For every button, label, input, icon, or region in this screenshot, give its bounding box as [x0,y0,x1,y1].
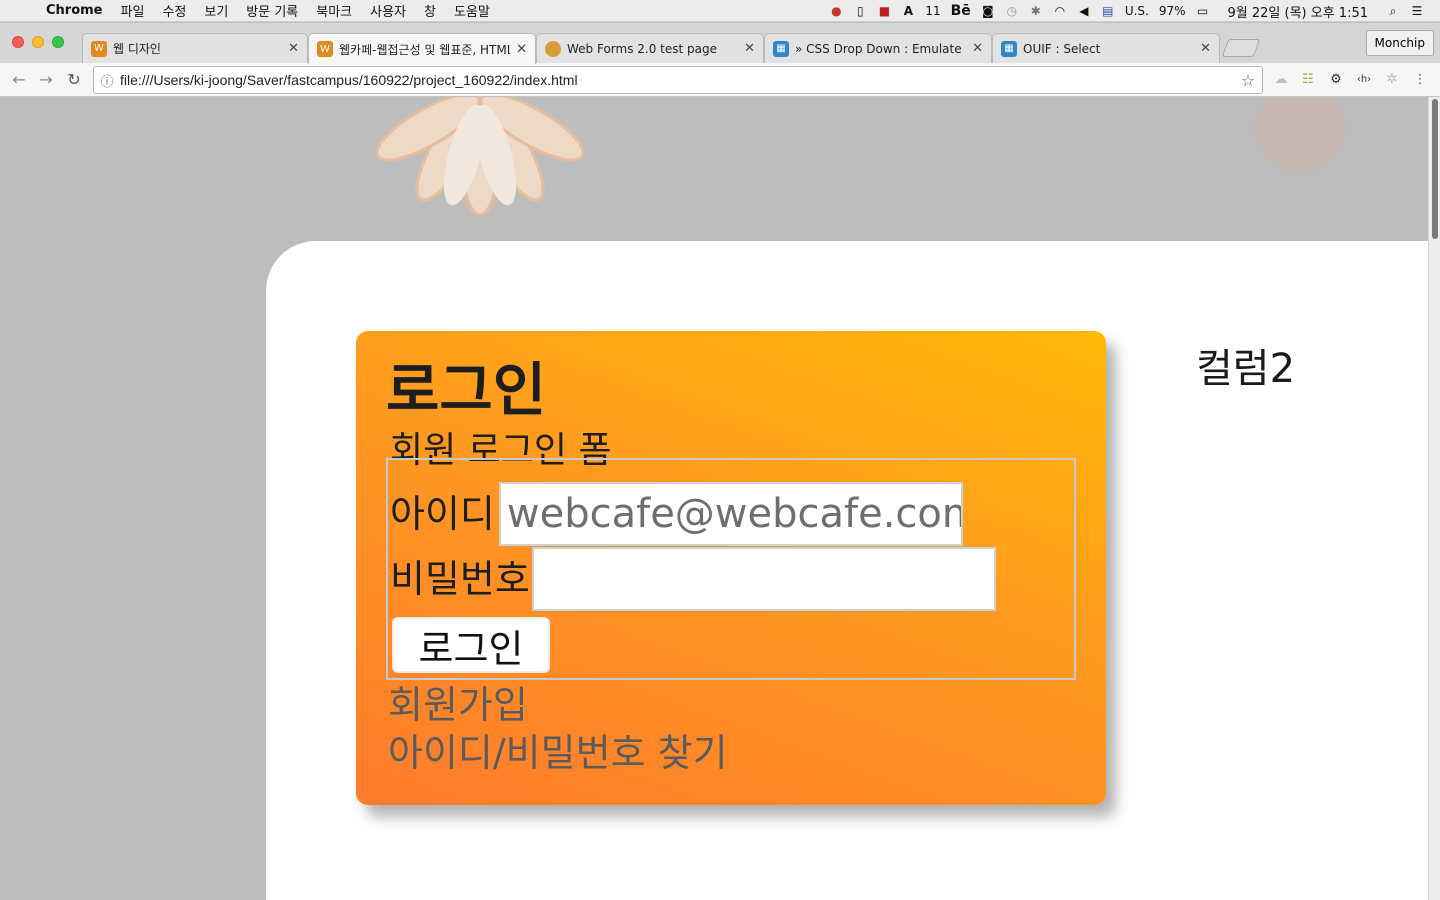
webcafe-favicon-icon: W [91,40,107,57]
password-label: 비밀번호 [390,557,530,601]
signup-link[interactable]: 회원가입 [388,686,528,724]
bookmark-star-icon[interactable]: ☆ [1234,71,1262,90]
id-input[interactable]: webcafe@webcafe.com [498,482,963,546]
tab-strip: W 웹 디자인 ✕ W 웹카페-웹접근성 및 웹표준, HTML5 ✕ Web … [0,23,1440,64]
menu-help[interactable]: 도움말 [454,1,490,20]
login-box: 로그인 회원 로그인 폼 아이디 webcafe@webcafe.com 비밀번… [356,331,1106,805]
info-icon[interactable]: ⓘ [94,71,120,90]
battery-percent[interactable]: 97% [1159,4,1186,18]
close-tab-icon[interactable]: ✕ [744,41,755,56]
settings-extension-icon[interactable]: ⚙ [1326,69,1346,89]
chrome-menu-icon[interactable]: ⋮ [1410,69,1430,89]
macos-menu-bar: Chrome 파일 수정 보기 방문 기록 북마크 사용자 창 도움말 ● ▯ … [0,0,1440,22]
grid-favicon-icon: ▦ [773,40,789,57]
tab-web-design[interactable]: W 웹 디자인 ✕ [82,33,308,63]
close-window-button[interactable] [12,36,24,48]
behance-icon[interactable]: Bē [951,3,971,19]
close-tab-icon[interactable]: ✕ [1200,41,1211,56]
menu-history[interactable]: 방문 기록 [246,1,298,20]
bluetooth-icon[interactable]: ✱ [1029,3,1043,19]
tab-title: Web Forms 2.0 test page [567,41,717,56]
keyboard-layout[interactable]: U.S. [1125,4,1149,18]
back-arrow-icon[interactable]: ← [8,68,30,90]
cloud-badge-icon[interactable]: ● [829,3,843,19]
close-tab-icon[interactable]: ✕ [516,42,527,57]
tab-webcafe[interactable]: W 웹카페-웹접근성 및 웹표준, HTML5 ✕ [308,33,536,64]
menu-bookmarks[interactable]: 북마크 [316,1,352,20]
menu-file[interactable]: 파일 [121,1,145,20]
profile-button[interactable]: Monchip [1365,30,1434,56]
id-row: 아이디 webcafe@webcafe.com [390,482,963,546]
zoom-window-button[interactable] [52,36,64,48]
contacts-icon[interactable]: ■ [877,3,891,19]
column2-heading: 컬럼2 [1196,346,1296,392]
tab-css-dropdown[interactable]: ▦ » CSS Drop Down : Emulate S ✕ [764,33,992,63]
us-flag-icon[interactable]: ▤ [1101,3,1115,19]
ladder-extension-icon[interactable]: ☷ [1298,69,1318,89]
minimize-window-button[interactable] [32,36,44,48]
close-tab-icon[interactable]: ✕ [972,41,983,56]
tab-title: 웹카페-웹접근성 및 웹표준, HTML5 [339,42,511,57]
flower-decoration-faint [1255,97,1345,172]
password-row: 비밀번호 [390,547,996,611]
login-title: 로그인 [386,356,547,424]
camera-icon[interactable]: ◙ [981,3,995,19]
page-scrollbar[interactable] [1428,97,1440,900]
menu-view[interactable]: 보기 [204,1,228,20]
close-tab-icon[interactable]: ✕ [288,41,299,56]
id-label: 아이디 [390,492,495,536]
burger-favicon-icon [545,40,561,57]
new-tab-button[interactable] [1221,39,1261,57]
notification-center-icon[interactable]: ☰ [1410,3,1424,19]
main-content: 로그인 회원 로그인 폼 아이디 webcafe@webcafe.com 비밀번… [266,241,1428,900]
grid-favicon-icon: ▦ [1001,40,1017,57]
browser-toolbar: ← → ↻ ⓘ file:///Users/ki-joong/Saver/fas… [0,63,1440,97]
time-machine-icon[interactable]: ◷ [1005,3,1019,19]
tab-web-forms[interactable]: Web Forms 2.0 test page ✕ [536,33,764,63]
wifi-icon[interactable]: ◠ [1053,3,1067,19]
webcafe-favicon-icon: W [317,41,333,57]
menu-people[interactable]: 사용자 [370,1,406,20]
tab-title: » CSS Drop Down : Emulate S [795,41,967,56]
tab-title: OUIF : Select [1023,41,1101,56]
html-extension-icon[interactable]: ‹h› [1354,69,1374,89]
password-input[interactable] [531,547,996,611]
battery-icon[interactable]: ▭ [1196,3,1210,19]
volume-icon[interactable]: ◀ [1077,3,1091,19]
reload-icon[interactable]: ↻ [63,68,85,90]
tab-ouif-select[interactable]: ▦ OUIF : Select ✕ [992,33,1220,63]
adobe-icon[interactable]: A [901,3,915,19]
flower-decoration [375,97,585,217]
page-viewport: 로그인 회원 로그인 폼 아이디 webcafe@webcafe.com 비밀번… [0,97,1428,900]
clock[interactable]: 9월 22일 (목) 오후 1:51 [1228,2,1368,21]
tab-title: 웹 디자인 [113,42,161,56]
forward-arrow-icon[interactable]: → [35,68,57,90]
find-account-link[interactable]: 아이디/비밀번호 찾기 [388,734,728,772]
status-area: ● ▯ ■ A 11 Bē ◙ ◷ ✱ ◠ ◀ ▤ U.S. 97% ▭ 9월 … [829,0,1424,22]
login-submit-button[interactable]: 로그인 [392,617,550,673]
menu-window[interactable]: 창 [424,1,436,20]
cloud-extension-icon[interactable]: ☁ [1271,69,1291,89]
menu-edit[interactable]: 수정 [162,1,186,20]
scrollbar-thumb[interactable] [1432,99,1438,239]
address-url[interactable]: file:///Users/ki-joong/Saver/fastcampus/… [120,72,1234,88]
notes-icon[interactable]: ▯ [853,3,867,19]
menu-app-name[interactable]: Chrome [46,3,103,18]
puzzle-extension-icon[interactable]: ✲ [1382,69,1402,89]
spotlight-search-icon[interactable]: ⌕ [1386,3,1400,19]
address-bar[interactable]: ⓘ file:///Users/ki-joong/Saver/fastcampu… [93,66,1263,94]
adobe-count: 11 [925,4,941,18]
window-controls [12,36,64,48]
